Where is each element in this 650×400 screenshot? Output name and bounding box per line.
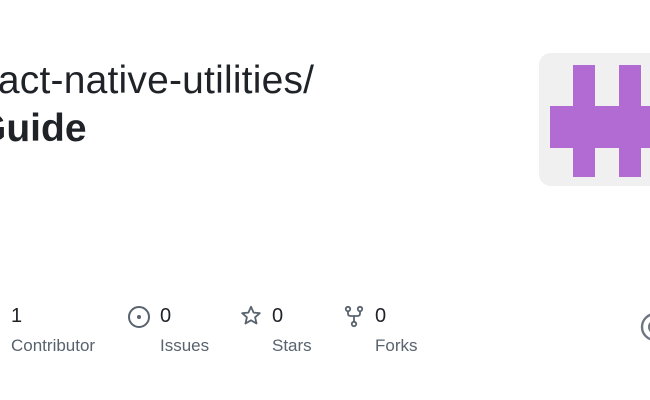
org-logo-icon — [550, 65, 650, 186]
stat-stars[interactable]: 0 Stars — [239, 303, 312, 359]
repo-owner-path: eact-native-utilities/ — [0, 59, 315, 102]
github-mark-icon — [640, 312, 650, 342]
stat-contributors[interactable]: 1 Contributor — [11, 303, 95, 359]
forks-count: 0 — [375, 305, 387, 327]
issues-label: Issues — [160, 336, 210, 355]
repo-title: Guide — [0, 107, 87, 150]
stat-forks[interactable]: 0 Forks — [342, 303, 418, 359]
repo-forked-icon — [342, 304, 366, 328]
stars-label: Stars — [272, 336, 312, 355]
star-icon — [239, 304, 263, 328]
issues-count: 0 — [160, 305, 172, 327]
contributors-count: 1 — [11, 305, 23, 327]
forks-label: Forks — [375, 336, 418, 355]
stars-count: 0 — [272, 305, 284, 327]
stat-issues[interactable]: 0 Issues — [127, 303, 209, 359]
org-avatar — [539, 53, 650, 186]
contributors-label: Contributor — [11, 336, 96, 355]
issue-opened-icon — [127, 304, 151, 328]
